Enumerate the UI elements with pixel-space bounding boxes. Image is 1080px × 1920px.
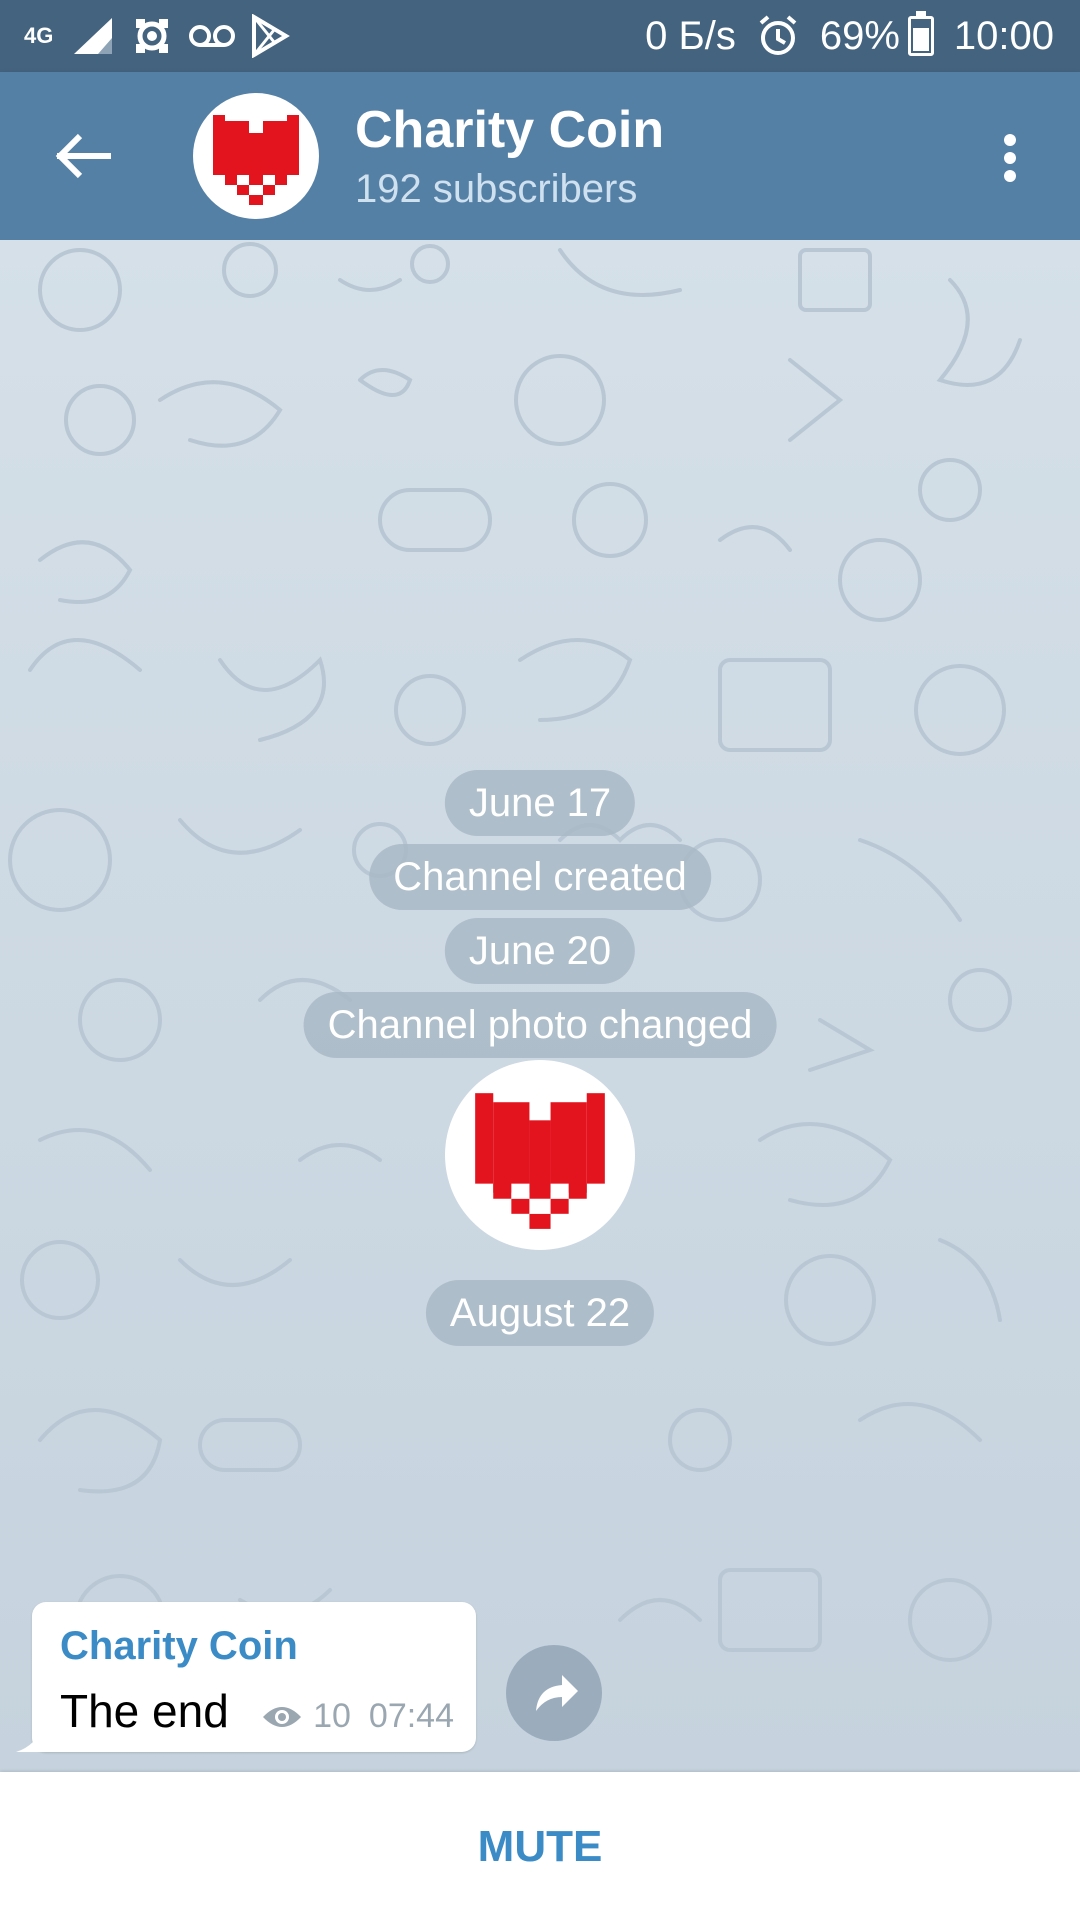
back-arrow-icon — [55, 133, 111, 179]
date-separator: June 17 — [444, 770, 636, 836]
subscriber-count: 192 subscribers — [355, 167, 638, 211]
heart-photo-icon — [475, 1093, 605, 1229]
channel-photo[interactable] — [445, 1060, 635, 1250]
more-options-button[interactable] — [980, 118, 1040, 198]
message-time: 07:44 — [368, 1697, 454, 1735]
voicemail-icon — [188, 21, 236, 51]
date-separator: August 22 — [425, 1280, 655, 1346]
views-eye-icon — [263, 1706, 302, 1727]
date-separator: June 20 — [444, 918, 636, 984]
share-button[interactable] — [506, 1645, 602, 1741]
status-bar: 4G 0 Б/s 69% 10:00 — [0, 0, 1080, 72]
chat-area[interactable]: June 17 Channel created June 20 Channel … — [0, 240, 1080, 1772]
app-bar: Charity Coin 192 subscribers — [0, 72, 1080, 240]
more-vertical-icon — [1004, 134, 1016, 182]
channel-avatar-heart-icon — [213, 115, 299, 205]
views-count: 10 — [313, 1697, 351, 1735]
app-notification-icon — [130, 14, 174, 58]
message-meta: 10 07:44 — [261, 1697, 454, 1736]
message-bubble[interactable]: Charity Coin The end 10 07:44 — [16, 1602, 476, 1752]
channel-title[interactable]: Charity Coin — [355, 100, 664, 160]
mute-button[interactable]: MUTE — [390, 1802, 690, 1892]
back-button[interactable] — [46, 116, 126, 196]
share-icon — [536, 1675, 578, 1711]
play-store-icon — [250, 14, 290, 58]
network-type: 4G — [24, 23, 54, 48]
bottom-bar: MUTE — [0, 1772, 1080, 1920]
message-sender[interactable]: Charity Coin — [60, 1624, 298, 1669]
battery-icon — [907, 11, 934, 56]
bubble-tail — [16, 1722, 46, 1752]
net-speed: 0 Б/s — [645, 13, 736, 58]
service-message-photo-changed: Channel photo changed — [303, 992, 777, 1058]
alarm-icon — [756, 14, 800, 58]
status-time: 10:00 — [953, 13, 1054, 58]
service-message-channel-created: Channel created — [369, 844, 711, 910]
message-text: The end — [60, 1685, 229, 1737]
battery-percent: 69% — [819, 13, 900, 58]
signal-icon — [72, 16, 116, 56]
channel-avatar[interactable] — [193, 93, 319, 219]
